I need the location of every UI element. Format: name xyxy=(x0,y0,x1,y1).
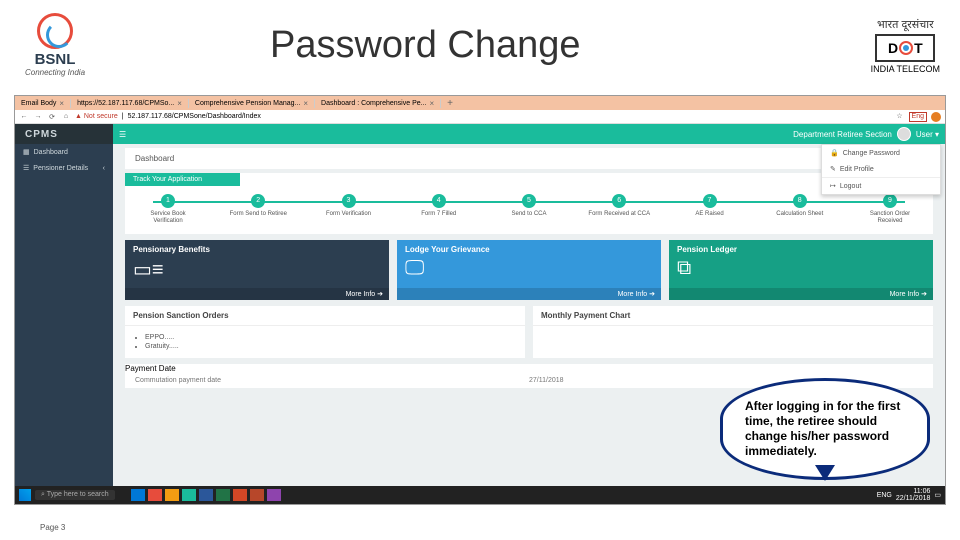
user-menu: 🔒Change Password ✎Edit Profile ↦Logout xyxy=(821,144,941,195)
app-icon[interactable] xyxy=(131,489,145,501)
menu-toggle-icon[interactable]: ☰ xyxy=(119,130,126,139)
step: 7AE Raised xyxy=(679,194,741,224)
home-icon[interactable]: ⌂ xyxy=(61,113,71,120)
avatar[interactable] xyxy=(897,127,911,141)
step: 3Form Verification xyxy=(318,194,380,224)
app-icon[interactable] xyxy=(148,489,162,501)
step: 6Form Received at CCA xyxy=(588,194,650,224)
arrow-circle-icon: ➔ xyxy=(649,291,655,298)
url-text[interactable]: 52.187.117.68/CPMSone/Dashboard/Index xyxy=(128,113,261,120)
tab-close-icon[interactable]: × xyxy=(59,99,64,108)
menu-logout[interactable]: ↦Logout xyxy=(822,177,940,194)
tab-close-icon[interactable]: × xyxy=(177,99,182,108)
copy-icon: ⧉ xyxy=(677,257,925,280)
id-card-icon: ▭≡ xyxy=(133,257,381,282)
step: 8Calculation Sheet xyxy=(769,194,831,224)
forward-icon[interactable]: → xyxy=(33,113,43,120)
step: 1Service Book Verification xyxy=(137,194,199,224)
tile-ledger[interactable]: Pension Ledger ⧉ More Info ➔ xyxy=(669,240,933,300)
menu-edit-profile[interactable]: ✎Edit Profile xyxy=(822,161,940,177)
list-item[interactable]: EPPO..... xyxy=(145,334,515,341)
browser-tab[interactable]: Dashboard : Comprehensive Pe...× xyxy=(315,99,441,108)
bsnl-logo: BSNL Connecting India xyxy=(20,13,90,77)
logout-icon: ↦ xyxy=(830,182,836,190)
panel-sanction-orders: Pension Sanction Orders EPPO..... Gratui… xyxy=(125,306,525,358)
dashboard-icon: ▦ xyxy=(23,148,30,156)
app-icon[interactable] xyxy=(233,489,247,501)
notification-icon[interactable]: ▭ xyxy=(934,491,941,499)
pencil-icon: ✎ xyxy=(830,165,836,173)
browser-tab[interactable]: https://52.187.117.68/CPMSo...× xyxy=(71,99,189,108)
page-number: Page 3 xyxy=(40,523,65,532)
tile-benefits[interactable]: Pensionary Benefits ▭≡ More Info ➔ xyxy=(125,240,389,300)
app-icon[interactable] xyxy=(216,489,230,501)
list-item[interactable]: Gratuity..... xyxy=(145,343,515,350)
step: 9Sanction Order Received xyxy=(859,194,921,224)
reload-icon[interactable]: ⟳ xyxy=(47,113,57,121)
tile-grievance[interactable]: Lodge Your Grievance 🖵 More Info ➔ xyxy=(397,240,661,300)
app-icon[interactable] xyxy=(182,489,196,501)
profile-icon[interactable] xyxy=(931,112,941,122)
menu-change-password[interactable]: 🔒Change Password xyxy=(822,145,940,161)
taskbar-time[interactable]: 11:06 xyxy=(896,488,931,495)
taskbar-date[interactable]: 22/11/2018 xyxy=(896,495,931,502)
bsnl-tagline: Connecting India xyxy=(20,68,90,77)
lock-icon: 🔒 xyxy=(830,149,839,157)
progress-title: Track Your Application xyxy=(125,173,240,186)
dot-logo: भारत दूरसंचार DT INDIA TELECOM xyxy=(871,17,940,74)
instruction-callout: After logging in for the first time, the… xyxy=(720,378,930,480)
section-label: Department Retiree Section xyxy=(793,130,892,139)
panel-payment-chart: Monthly Payment Chart xyxy=(533,306,933,358)
tab-close-icon[interactable]: × xyxy=(429,99,434,108)
app-icon[interactable] xyxy=(165,489,179,501)
user-dropdown[interactable]: User ▾ xyxy=(916,130,939,139)
app-icon[interactable] xyxy=(267,489,281,501)
new-tab-button[interactable]: + xyxy=(441,98,459,109)
top-bar: ☰ Department Retiree Section User ▾ 🔒Cha… xyxy=(113,124,945,144)
browser-tab[interactable]: Email Body× xyxy=(15,99,71,108)
app-icon[interactable] xyxy=(199,489,213,501)
taskbar-search[interactable]: ⌕ Type here to search xyxy=(35,490,115,500)
app-icon[interactable] xyxy=(250,489,264,501)
monitor-icon: 🖵 xyxy=(405,257,653,280)
start-button[interactable] xyxy=(19,489,31,501)
step: 5Send to CCA xyxy=(498,194,560,224)
browser-tab[interactable]: Comprehensive Pension Manag...× xyxy=(189,99,315,108)
taskbar-lang[interactable]: ENG xyxy=(877,492,892,499)
security-warning[interactable]: ▲ Not secure xyxy=(75,113,118,120)
progress-tracker: Track Your Application 1Service Book Ver… xyxy=(125,173,933,234)
sidebar-item-dashboard[interactable]: ▦Dashboard xyxy=(15,144,113,160)
page-title: Dashboard xyxy=(125,148,933,169)
address-bar: ← → ⟳ ⌂ ▲ Not secure | 52.187.117.68/CPM… xyxy=(15,110,945,124)
chevron-left-icon: ‹ xyxy=(103,165,105,172)
windows-taskbar: ⌕ Type here to search ENG 11:06 22/11/20… xyxy=(15,486,945,504)
user-icon: ☰ xyxy=(23,164,29,172)
slide-title: Password Change xyxy=(270,24,871,67)
back-icon[interactable]: ← xyxy=(19,113,29,120)
arrow-circle-icon: ➔ xyxy=(377,291,383,298)
step: 4Form 7 Filled xyxy=(408,194,470,224)
app-brand[interactable]: CPMS xyxy=(15,124,113,144)
sidebar: CPMS ▦Dashboard ☰Pensioner Details‹ xyxy=(15,124,113,486)
payment-label: Commutation payment date xyxy=(135,377,529,384)
step: 2Form Send to Retiree xyxy=(227,194,289,224)
arrow-circle-icon: ➔ xyxy=(921,291,927,298)
sidebar-item-pensioner[interactable]: ☰Pensioner Details‹ xyxy=(15,160,113,176)
tab-close-icon[interactable]: × xyxy=(303,99,308,108)
bsnl-name: BSNL xyxy=(20,51,90,68)
star-icon[interactable]: ☆ xyxy=(895,112,905,122)
lang-badge[interactable]: Eng xyxy=(909,112,927,122)
browser-tab-strip: Email Body× https://52.187.117.68/CPMSo.… xyxy=(15,96,945,110)
